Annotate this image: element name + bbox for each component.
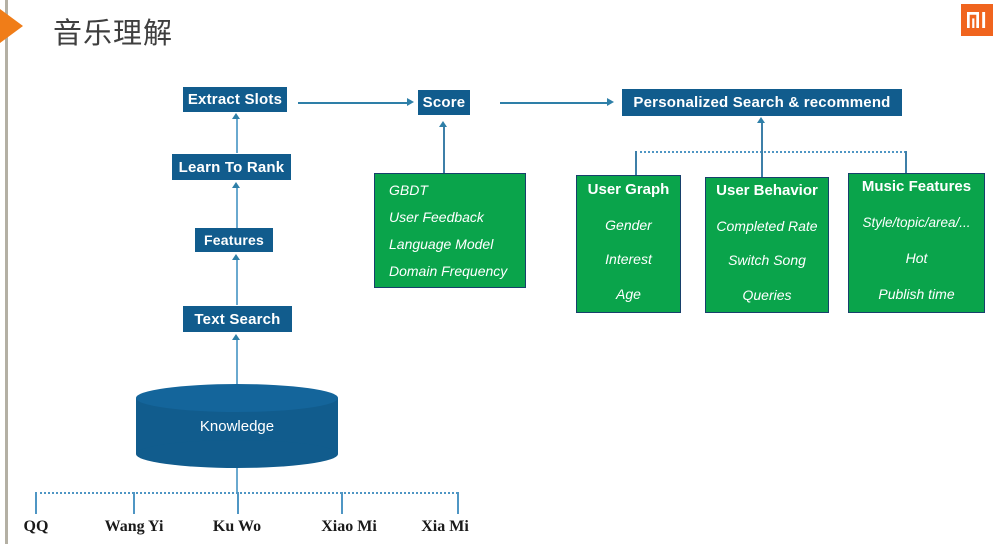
node-learn-to-rank[interactable]: Learn To Rank bbox=[172, 154, 291, 180]
orange-triangle-icon bbox=[0, 9, 23, 43]
panel-user-behavior-item: Switch Song bbox=[728, 252, 806, 269]
sources-bracket-horizontal bbox=[35, 492, 458, 494]
personalization-bracket-tick-0 bbox=[635, 151, 637, 175]
connector-search-to-features-arrow bbox=[232, 254, 240, 260]
node-extract-slots-label: Extract Slots bbox=[187, 91, 283, 108]
score-feature-item: GBDT bbox=[389, 182, 428, 198]
node-personalized-search[interactable]: Personalized Search & recommend bbox=[622, 89, 902, 116]
sources-bracket-tick-2 bbox=[237, 492, 239, 514]
connector-sources-to-knowledge bbox=[236, 468, 238, 492]
connector-score-to-personalized bbox=[500, 102, 608, 104]
connector-knowledge-to-search bbox=[236, 340, 238, 385]
panel-user-behavior-item: Completed Rate bbox=[716, 217, 818, 234]
panel-music-features-header: Music Features bbox=[861, 178, 972, 195]
panel-user-graph-item: Interest bbox=[605, 251, 652, 268]
node-score[interactable]: Score bbox=[418, 90, 470, 115]
connector-features-to-rank-arrow bbox=[232, 182, 240, 188]
panel-user-graph-item: Gender bbox=[605, 216, 652, 233]
connector-score-to-personalized-arrow bbox=[607, 98, 614, 106]
panel-music-features-item: Style/topic/area/... bbox=[862, 215, 971, 230]
node-personalized-search-label: Personalized Search & recommend bbox=[633, 94, 891, 111]
sources-bracket-tick-4 bbox=[457, 492, 459, 514]
panel-music-features[interactable]: Music Features Style/topic/area/... Hot … bbox=[848, 173, 985, 313]
panel-user-behavior-header: User Behavior bbox=[716, 182, 818, 199]
personalization-bracket-tick-1 bbox=[761, 151, 763, 177]
node-learn-to-rank-label: Learn To Rank bbox=[178, 158, 285, 176]
source-label-ku-wo-text: Ku Wo bbox=[212, 518, 262, 535]
source-label-ku-wo[interactable]: Ku Wo bbox=[195, 518, 279, 536]
connector-rank-to-extract bbox=[236, 119, 238, 153]
node-knowledge-label: Knowledge bbox=[199, 417, 275, 435]
panel-music-features-item: Publish time bbox=[878, 286, 955, 302]
node-features-label: Features bbox=[204, 232, 264, 248]
personalization-bracket-tick-2 bbox=[905, 151, 907, 173]
source-label-xiao-mi[interactable]: Xiao Mi bbox=[305, 518, 393, 536]
node-extract-slots[interactable]: Extract Slots bbox=[183, 87, 287, 112]
connector-extract-to-score-arrow bbox=[407, 98, 414, 106]
slide-canvas: 音乐理解 Extract Slots Learn To Rank Feature… bbox=[0, 0, 997, 544]
score-feature-item: Domain Frequency bbox=[389, 263, 508, 279]
panel-score-features[interactable]: GBDT User Feedback Language Model Domain… bbox=[374, 173, 526, 288]
sources-bracket-tick-3 bbox=[341, 492, 343, 514]
connector-search-to-features bbox=[236, 260, 238, 305]
node-text-search[interactable]: Text Search bbox=[183, 306, 292, 332]
panel-user-graph-item: Age bbox=[616, 285, 641, 302]
score-feature-item: User Feedback bbox=[389, 209, 484, 225]
source-label-wang-yi[interactable]: Wang Yi bbox=[90, 518, 178, 536]
source-label-xiao-mi-text: Xiao Mi bbox=[321, 518, 377, 535]
sources-bracket-tick-1 bbox=[133, 492, 135, 514]
connector-extract-to-score bbox=[298, 102, 408, 104]
personalization-bracket-horizontal bbox=[635, 151, 906, 153]
source-label-xia-mi-text: Xia Mi bbox=[421, 518, 469, 535]
source-label-wang-yi-text: Wang Yi bbox=[104, 518, 164, 535]
panel-user-behavior-item: Queries bbox=[742, 286, 792, 303]
mi-logo-icon bbox=[961, 4, 993, 36]
node-features[interactable]: Features bbox=[195, 228, 273, 252]
score-feature-item: Language Model bbox=[389, 236, 494, 252]
source-label-qq-text: QQ bbox=[23, 518, 49, 535]
source-label-qq[interactable]: QQ bbox=[5, 518, 67, 536]
connector-features-to-rank bbox=[236, 188, 238, 228]
left-rail-divider bbox=[5, 0, 8, 544]
connector-rank-to-extract-arrow bbox=[232, 113, 240, 119]
node-text-search-label: Text Search bbox=[194, 310, 281, 328]
panel-user-graph[interactable]: User Graph Gender Interest Age bbox=[576, 175, 681, 313]
connector-gbdt-to-score-arrow bbox=[439, 121, 447, 127]
connector-knowledge-to-search-arrow bbox=[232, 334, 240, 340]
node-score-label: Score bbox=[422, 94, 466, 111]
panel-music-features-item: Hot bbox=[905, 250, 928, 266]
panel-user-behavior[interactable]: User Behavior Completed Rate Switch Song… bbox=[705, 177, 829, 313]
page-title: 音乐理解 bbox=[53, 16, 174, 50]
source-label-xia-mi[interactable]: Xia Mi bbox=[405, 518, 485, 536]
panel-user-graph-header: User Graph bbox=[587, 181, 670, 198]
node-knowledge-store[interactable]: Knowledge bbox=[136, 384, 338, 468]
connector-panels-to-personalized-arrow bbox=[757, 117, 765, 123]
sources-bracket-tick-0 bbox=[35, 492, 37, 514]
connector-gbdt-to-score bbox=[443, 127, 445, 173]
